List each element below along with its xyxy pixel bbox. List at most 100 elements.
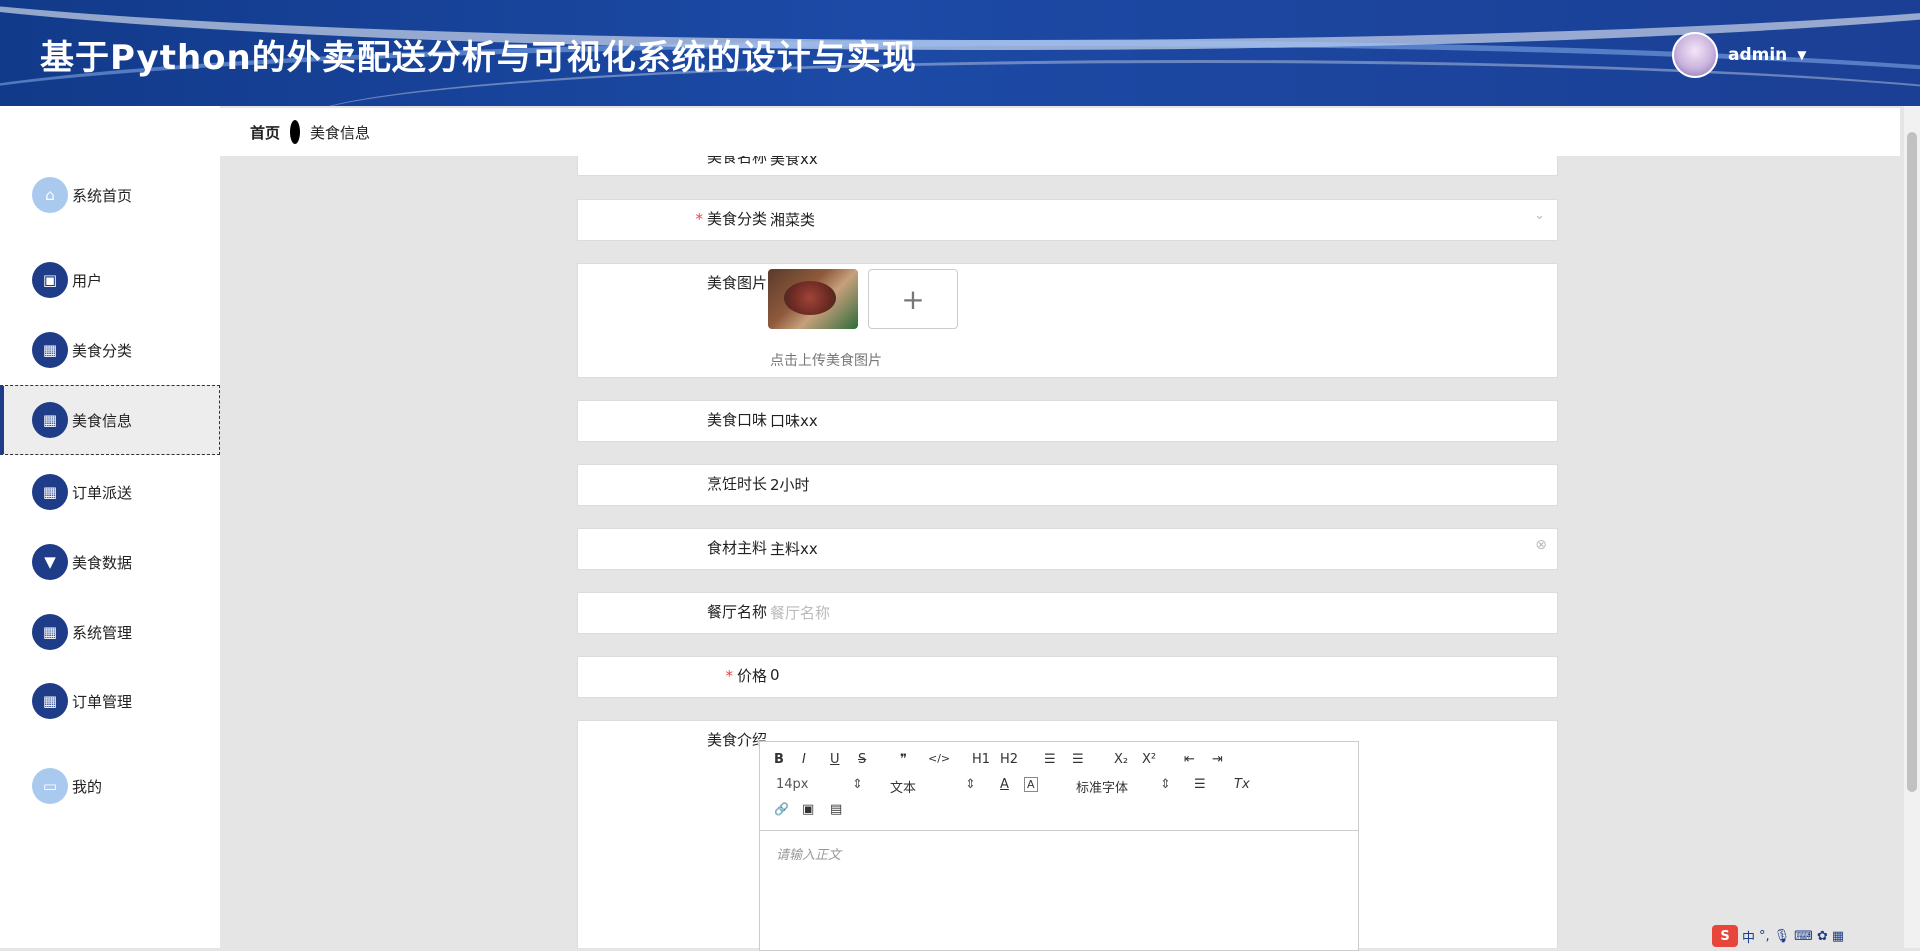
bold-button[interactable]: B bbox=[774, 752, 784, 767]
restaurant-row: 餐厅名称 餐厅名称 bbox=[577, 592, 1558, 634]
rich-text-editor[interactable]: B I U S ❞ </> H1 H2 ☰ ☰ X₂ X² ⇤ ⇥ 14px ⇕… bbox=[759, 741, 1359, 951]
sidebar-item-user[interactable]: ▣ 用户 bbox=[0, 245, 220, 315]
upload-hint: 点击上传美食图片 bbox=[770, 353, 882, 369]
food-category-label: * 美食分类 bbox=[695, 210, 767, 228]
sidebar-item-label: 美食分类 bbox=[72, 341, 133, 360]
food-image-row: 美食图片 + 点击上传美食图片 bbox=[577, 263, 1558, 378]
code-button[interactable]: </> bbox=[928, 752, 950, 765]
background-color-button[interactable]: A bbox=[1024, 777, 1038, 792]
sidebar-item-food-info[interactable]: ▦ 美食信息 bbox=[0, 385, 220, 455]
breadcrumb-current: 美食信息 bbox=[310, 123, 371, 142]
font-size-select[interactable]: 14px bbox=[776, 777, 809, 792]
home-icon: ⌂ bbox=[32, 177, 68, 213]
restaurant-label: 餐厅名称 bbox=[706, 603, 767, 621]
sidebar-item-mine[interactable]: ▭ 我的 bbox=[0, 751, 220, 821]
clear-icon[interactable]: ⊗ bbox=[1535, 537, 1547, 553]
align-button[interactable]: ☰ bbox=[1194, 777, 1206, 792]
restaurant-input[interactable]: 餐厅名称 bbox=[770, 602, 830, 623]
price-row: * 价格 0 bbox=[577, 656, 1558, 698]
ime-logo-icon[interactable]: S bbox=[1712, 925, 1738, 947]
italic-button[interactable]: I bbox=[802, 752, 806, 767]
sidebar-item-order-dispatch[interactable]: ▦ 订单派送 bbox=[0, 457, 220, 527]
quote-button[interactable]: ❞ bbox=[900, 752, 907, 767]
sidebar-item-label: 美食信息 bbox=[72, 411, 133, 430]
ingredient-input[interactable]: 主料xx bbox=[770, 538, 818, 559]
breadcrumb-home[interactable]: 首页 bbox=[250, 122, 280, 143]
user-menu[interactable]: admin ▼ bbox=[1672, 32, 1807, 78]
indent-button[interactable]: ⇥ bbox=[1212, 752, 1223, 767]
sidebar-item-label: 订单派送 bbox=[72, 483, 133, 502]
app-header: 基于Python的外卖配送分析与可视化系统的设计与实现 admin ▼ bbox=[0, 0, 1920, 106]
sidebar-item-label: 系统管理 bbox=[72, 623, 133, 642]
block-type-select-arrow[interactable]: ⇕ bbox=[965, 777, 976, 792]
breadcrumb: 首页 美食信息 bbox=[220, 108, 1900, 156]
page-scrollbar[interactable] bbox=[1904, 106, 1920, 948]
image-button[interactable]: ▣ bbox=[802, 802, 814, 817]
clear-format-button[interactable]: Tx bbox=[1234, 777, 1250, 792]
sidebar-item-food-category[interactable]: ▦ 美食分类 bbox=[0, 315, 220, 385]
food-category-select[interactable]: 湘菜类 bbox=[770, 209, 815, 230]
sidebar-item-label: 用户 bbox=[72, 271, 103, 290]
superscript-button[interactable]: X² bbox=[1142, 752, 1156, 767]
cook-time-label: 烹饪时长 bbox=[706, 475, 767, 493]
food-category-row: * 美食分类 湘菜类 ⌄ bbox=[577, 199, 1558, 241]
sidebar-item-home[interactable]: ⌂ 系统首页 bbox=[0, 160, 220, 230]
font-size-select-arrow[interactable]: ⇕ bbox=[852, 777, 863, 792]
price-label: * 价格 bbox=[725, 667, 767, 685]
food-name-label: 美食名称 bbox=[706, 156, 767, 166]
food-intro-label: 美食介绍 bbox=[706, 731, 767, 749]
text-color-button[interactable]: A bbox=[1000, 777, 1009, 792]
ime-language[interactable]: 中 bbox=[1742, 927, 1755, 946]
food-name-row: 美食名称 美食xx bbox=[577, 156, 1558, 176]
block-type-select[interactable]: 文本 bbox=[890, 777, 916, 796]
strike-button[interactable]: S bbox=[858, 752, 866, 767]
cook-time-row: 烹饪时长 2小时 bbox=[577, 464, 1558, 506]
subscript-button[interactable]: X₂ bbox=[1114, 752, 1128, 767]
link-button[interactable]: 🔗 bbox=[774, 802, 789, 816]
keyboard-icon[interactable]: ⌨ bbox=[1794, 929, 1813, 944]
grid-icon: ▦ bbox=[32, 474, 68, 510]
user-icon: ▣ bbox=[32, 262, 68, 298]
avatar[interactable] bbox=[1672, 32, 1718, 78]
outdent-button[interactable]: ⇤ bbox=[1184, 752, 1195, 767]
bullet-list-button[interactable]: ☰ bbox=[1072, 752, 1084, 767]
sidebar-item-food-data[interactable]: ▼ 美食数据 bbox=[0, 527, 220, 597]
sidebar-item-label: 订单管理 bbox=[72, 692, 133, 711]
card-icon: ▭ bbox=[32, 768, 68, 804]
cook-time-input[interactable]: 2小时 bbox=[770, 474, 810, 495]
underline-button[interactable]: U bbox=[830, 752, 840, 767]
editor-placeholder[interactable]: 请输入正文 bbox=[776, 844, 841, 863]
video-button[interactable]: ▤ bbox=[830, 802, 842, 817]
sidebar-item-order-management[interactable]: ▦ 订单管理 bbox=[0, 666, 220, 736]
food-image-label: 美食图片 bbox=[706, 274, 767, 292]
grid-icon: ▦ bbox=[32, 402, 68, 438]
grid-icon: ▦ bbox=[32, 332, 68, 368]
app-title: 基于Python的外卖配送分析与可视化系统的设计与实现 bbox=[40, 38, 917, 78]
food-taste-row: 美食口味 口味xx bbox=[577, 400, 1558, 442]
ordered-list-button[interactable]: ☰ bbox=[1044, 752, 1056, 767]
scrollbar-thumb[interactable] bbox=[1907, 132, 1917, 792]
font-family-select[interactable]: 标准字体 bbox=[1076, 777, 1128, 796]
punctuation-icon[interactable]: °, bbox=[1759, 929, 1770, 944]
h1-button[interactable]: H1 bbox=[972, 752, 990, 767]
h2-button[interactable]: H2 bbox=[1000, 752, 1018, 767]
chevron-down-icon[interactable]: ⌄ bbox=[1534, 208, 1545, 223]
sidebar-item-label: 系统首页 bbox=[72, 186, 133, 205]
upload-image-button[interactable]: + bbox=[868, 269, 958, 329]
food-image-thumbnail[interactable] bbox=[768, 269, 858, 329]
system-tray: S 中 °, 🎙 ⌨ ✿ ▦ bbox=[1712, 924, 1920, 948]
username[interactable]: admin bbox=[1728, 45, 1787, 65]
ingredient-row: 食材主料 主料xx ⊗ bbox=[577, 528, 1558, 570]
skin-icon[interactable]: ✿ bbox=[1817, 929, 1828, 944]
food-name-input[interactable]: 美食xx bbox=[770, 156, 818, 169]
breadcrumb-separator bbox=[290, 120, 301, 144]
toolbox-icon[interactable]: ▦ bbox=[1832, 929, 1844, 944]
food-taste-label: 美食口味 bbox=[706, 411, 767, 429]
price-input[interactable]: 0 bbox=[770, 666, 780, 684]
font-family-select-arrow[interactable]: ⇕ bbox=[1160, 777, 1171, 792]
food-taste-input[interactable]: 口味xx bbox=[770, 410, 818, 431]
caret-down-icon[interactable]: ▼ bbox=[1797, 48, 1806, 62]
microphone-icon[interactable]: 🎙 bbox=[1774, 929, 1791, 944]
editor-toolbar: B I U S ❞ </> H1 H2 ☰ ☰ X₂ X² ⇤ ⇥ 14px ⇕… bbox=[760, 742, 1358, 831]
sidebar-item-system-management[interactable]: ▦ 系统管理 bbox=[0, 597, 220, 667]
